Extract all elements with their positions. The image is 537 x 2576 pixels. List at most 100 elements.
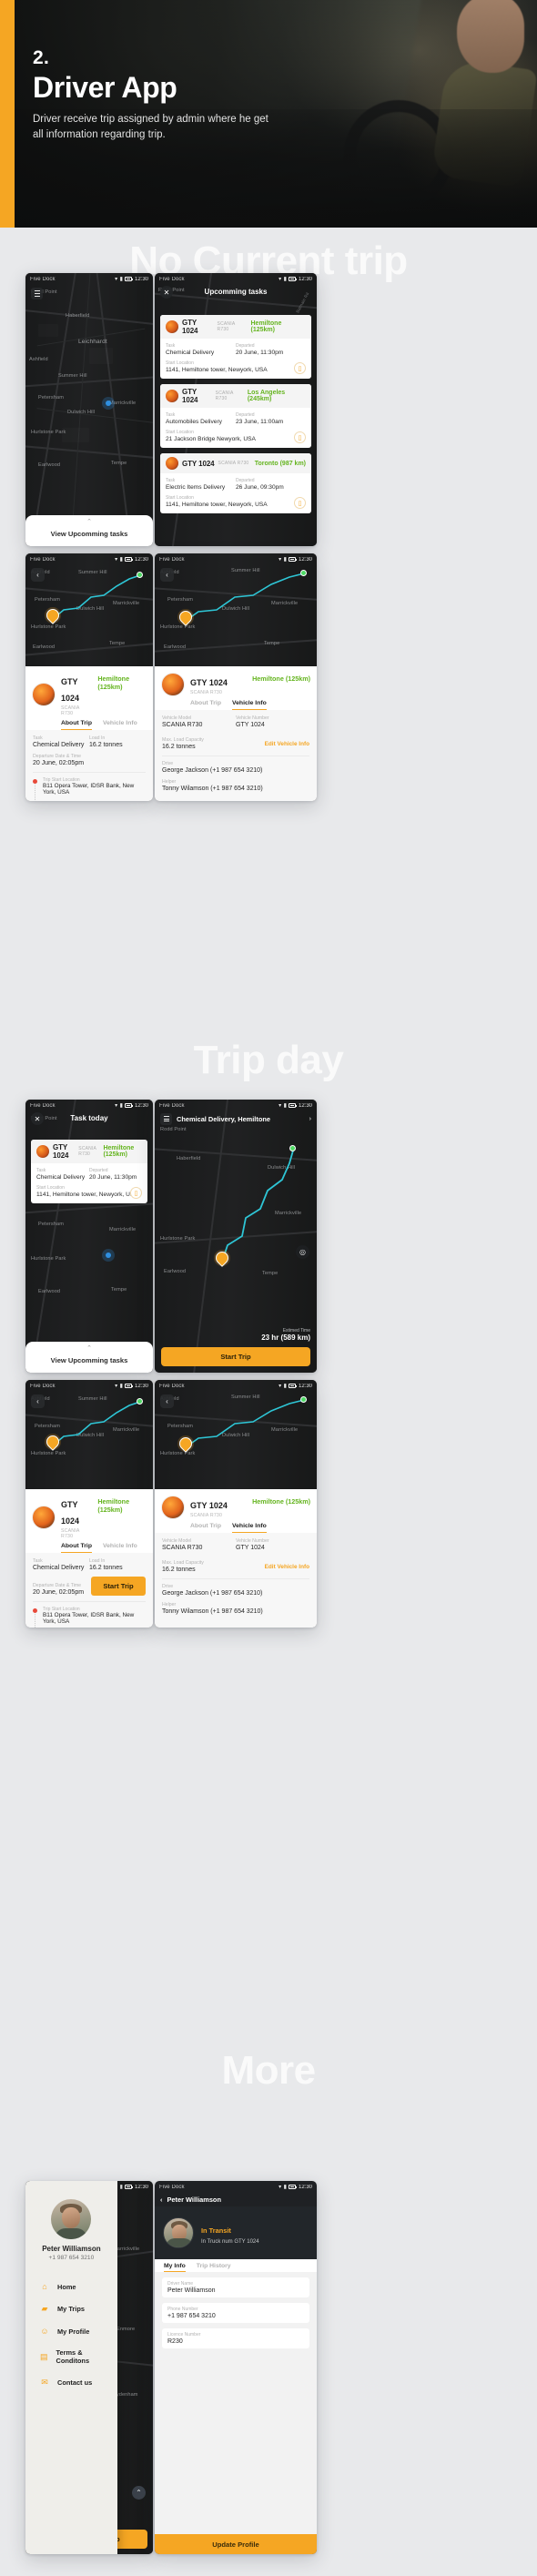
vehicle-number-value: GTY 1024 — [236, 722, 265, 728]
edit-vehicle-info-button[interactable]: Edit Vehicle Info — [265, 741, 309, 747]
today-task-list: GTY 1024 SCANIA R730 Hemiltone (125km) T… — [31, 1140, 147, 1209]
navigate-icon[interactable]: ▯ — [294, 431, 306, 443]
task-card[interactable]: GTY 1024 SCANIA R730 Los Angeles (245km)… — [160, 384, 311, 448]
profile-tabs: My Info Trip History — [155, 2259, 317, 2272]
departed-value: 20 June, 11:30pm — [236, 350, 284, 356]
clock-label: 12:30 — [134, 276, 148, 282]
tab-about-trip[interactable]: About Trip — [190, 1523, 221, 1533]
plate-number: GTY 1024 — [53, 1143, 69, 1160]
departed-label: Departed — [89, 1168, 108, 1173]
status-bar: Five Dock ▾ ▮ 12:30 — [155, 2181, 317, 2193]
bottom-sheet-no-trip[interactable]: ⌃ View Upcomming tasks — [25, 515, 153, 546]
sidebar-item-home[interactable]: ⌂ Home — [25, 2276, 117, 2297]
destination-dot — [137, 1398, 143, 1405]
destination-badge: Hemiltone (125km) — [97, 674, 130, 691]
tab-about-trip[interactable]: About Trip — [61, 1543, 92, 1553]
tab-trip-history[interactable]: Trip History — [197, 2263, 231, 2272]
start-trip-button[interactable]: Start Trip — [161, 1347, 310, 1366]
signal-icon: ▮ — [283, 1103, 287, 1109]
close-icon[interactable]: ✕ — [160, 286, 173, 299]
signal-icon: ▮ — [283, 277, 287, 282]
truck-avatar — [166, 320, 178, 333]
phone-number-field[interactable]: Phone Number +1 987 654 3210 — [162, 2303, 309, 2323]
navigate-icon[interactable]: ▯ — [130, 1187, 142, 1199]
section-number: 2. — [33, 47, 50, 68]
collapse-icon[interactable]: ⌃ — [132, 2486, 146, 2500]
tab-vehicle-info[interactable]: Vehicle Info — [231, 700, 267, 710]
sidebar-item-terms[interactable]: ▤ Terms & Conditons — [25, 2342, 117, 2371]
map-label: Tempe — [111, 1287, 127, 1293]
page-description: Driver receive trip assigned by admin wh… — [33, 114, 268, 140]
wifi-icon: ▾ — [279, 1103, 282, 1109]
capacity-label: Max. Load Capacity — [162, 737, 204, 743]
route-polyline — [185, 573, 305, 622]
view-upcoming-tasks-button[interactable]: View Upcomming tasks — [25, 525, 153, 544]
back-icon[interactable]: ‹ — [31, 568, 45, 582]
licence-number-field[interactable]: Licence Number R230 — [162, 2328, 309, 2348]
start-trip-button[interactable]: Start Trip — [91, 1577, 146, 1596]
carrier-label: Five Dock — [159, 276, 185, 282]
status-bar: Five Dock ▾ ▮ 12:30 — [25, 553, 153, 565]
tab-vehicle-info[interactable]: Vehicle Info — [103, 720, 137, 730]
battery-icon — [289, 557, 298, 562]
clock-label: 12:30 — [298, 2184, 312, 2190]
phone-vehicle-info-trip-day: Ashfield Summer Hill Petersham Dulwich H… — [155, 1380, 317, 1628]
profile-title: Peter Williamson — [167, 2196, 221, 2204]
wifi-icon: ▾ — [115, 557, 118, 563]
view-upcoming-tasks-button[interactable]: View Upcomming tasks — [25, 1352, 153, 1371]
task-card[interactable]: GTY 1024 SCANIA R730 Toronto (987 km) Ta… — [160, 453, 311, 513]
task-label: Task — [33, 1558, 43, 1564]
departure-value: 20 June, 02:05pm — [33, 1589, 85, 1596]
status-bar: Five Dock ▾ ▮ 12:30 — [25, 1380, 153, 1392]
map-label: Petersham — [38, 1222, 64, 1227]
back-icon[interactable]: ‹ — [160, 1394, 174, 1408]
locate-icon[interactable]: ◎ — [296, 1245, 309, 1259]
tab-about-trip[interactable]: About Trip — [190, 700, 221, 710]
vehicle-number-label: Vehicle Number — [236, 715, 269, 721]
navigation-title: Chemical Delivery, Hemiltone — [177, 1114, 270, 1123]
navigate-icon[interactable]: ▯ — [294, 497, 306, 509]
driver-value: George Jackson (+1 987 654 3210) — [162, 1590, 263, 1597]
status-bar: Five Dock ▾ ▮ 12:30 — [25, 273, 153, 285]
sheet-handle[interactable]: ⌃ — [25, 1342, 153, 1352]
driver-name-field[interactable]: Driver Name Peter Williamson — [162, 2277, 309, 2297]
section-title-more: More — [221, 2048, 316, 2093]
helper-label: Helper — [162, 1602, 177, 1607]
bottom-sheet-task-today[interactable]: ⌃ View Upcomming tasks — [25, 1342, 153, 1373]
wifi-icon: ▾ — [115, 277, 118, 282]
mail-icon: ✉ — [41, 2378, 48, 2387]
menu-button[interactable] — [160, 1112, 172, 1125]
task-card[interactable]: GTY 1024 SCANIA R730 Hemiltone (125km) T… — [160, 315, 311, 379]
vehicle-number-label: Vehicle Number — [236, 1538, 269, 1544]
vehicle-model-value: SCANIA R730 — [162, 1545, 203, 1551]
tab-my-info[interactable]: My Info — [164, 2263, 186, 2272]
back-icon[interactable]: ‹ — [160, 568, 174, 582]
wifi-icon: ▾ — [115, 1384, 118, 1389]
chevron-right-icon[interactable]: › — [309, 1116, 311, 1122]
update-profile-button[interactable]: Update Profile — [155, 2534, 317, 2554]
menu-button[interactable] — [31, 288, 43, 299]
task-card[interactable]: GTY 1024 SCANIA R730 Hemiltone (125km) T… — [31, 1140, 147, 1203]
navigate-icon[interactable]: ▯ — [294, 362, 306, 374]
vehicle-model-value: SCANIA R730 — [162, 722, 203, 728]
back-icon[interactable]: ‹ — [160, 2196, 162, 2204]
sidebar-item-my-profile[interactable]: ☺ My Profile — [25, 2320, 117, 2342]
sidebar-item-my-trips[interactable]: ▰ My Trips — [25, 2297, 117, 2320]
back-icon[interactable]: ‹ — [31, 1394, 45, 1408]
signal-icon: ▮ — [119, 1384, 123, 1389]
tab-about-trip[interactable]: About Trip — [61, 720, 92, 730]
destination-dot — [137, 572, 143, 578]
close-icon[interactable]: ✕ — [31, 1112, 44, 1125]
load-value: 16.2 tonnes — [89, 1565, 123, 1571]
battery-icon — [125, 1384, 134, 1388]
signal-icon: ▮ — [119, 1103, 123, 1109]
sheet-handle[interactable]: ⌃ — [25, 515, 153, 525]
signal-icon: ▮ — [119, 557, 123, 563]
tab-vehicle-info[interactable]: Vehicle Info — [103, 1543, 137, 1553]
tab-vehicle-info[interactable]: Vehicle Info — [231, 1523, 267, 1533]
map-label: Hurlstone Park — [31, 1256, 66, 1262]
sidebar-item-contact-us[interactable]: ✉ Contact us — [25, 2371, 117, 2394]
status-bar: Five Dock ▾ ▮ 12:30 — [25, 1100, 153, 1111]
hero-banner: 2. Driver App Driver receive trip assign… — [0, 0, 537, 228]
edit-vehicle-info-button[interactable]: Edit Vehicle Info — [265, 1564, 309, 1570]
